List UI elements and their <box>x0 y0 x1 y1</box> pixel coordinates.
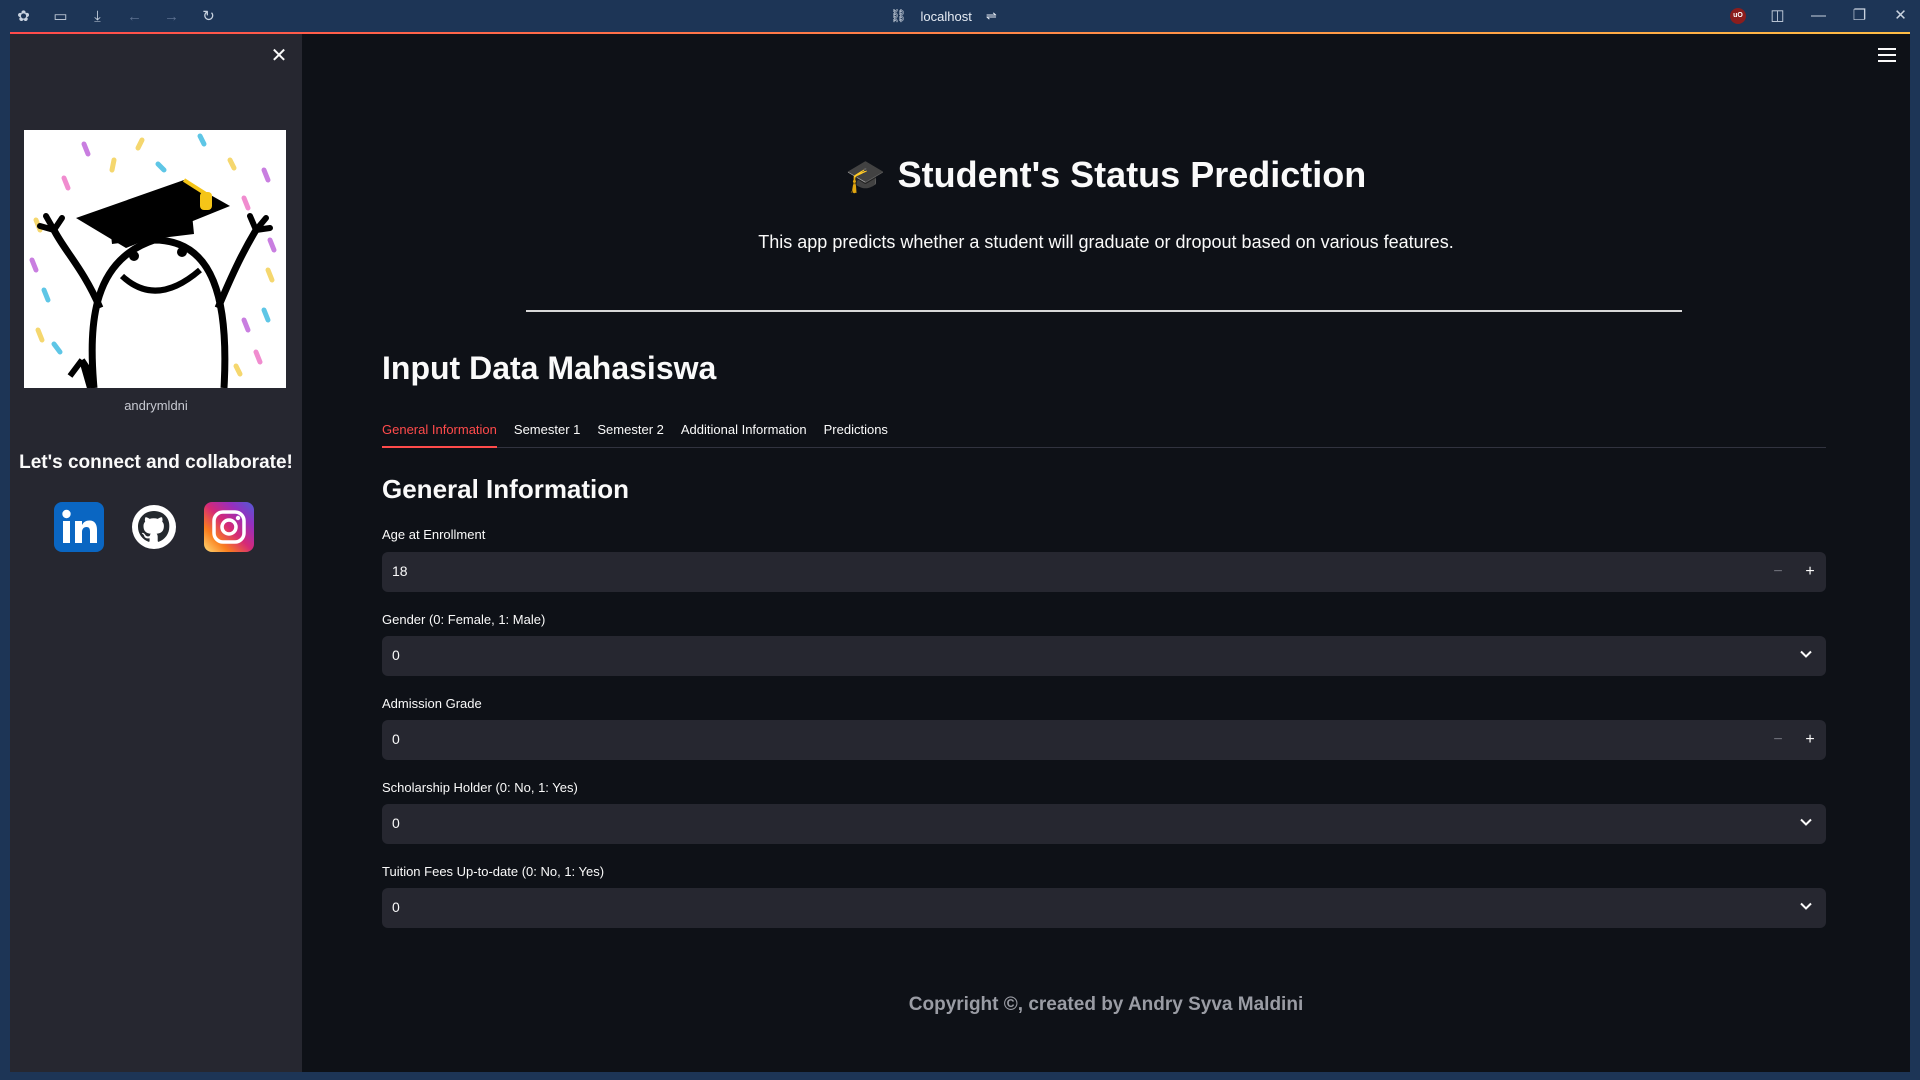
gender-label: Gender (0: Female, 1: Male) <box>382 612 546 627</box>
extensions-icon[interactable]: ✿ <box>14 7 33 26</box>
subsection-title: General Information <box>382 474 630 504</box>
site-settings-icon[interactable]: ⇌ <box>986 8 997 24</box>
address-bar[interactable]: ⛓ localhost ⇌ <box>890 8 997 24</box>
chevron-down-icon[interactable] <box>1800 816 1812 828</box>
gender-value: 0 <box>392 647 400 663</box>
linkedin-icon <box>62 509 97 543</box>
admission-grade-stepper: − + <box>1762 720 1826 760</box>
section-title: Input Data Mahasiswa <box>382 350 717 386</box>
menu-icon[interactable] <box>1878 48 1896 62</box>
back-icon[interactable]: ← <box>125 7 144 26</box>
url-text[interactable]: localhost <box>921 9 972 24</box>
github-link[interactable] <box>129 502 179 552</box>
social-links <box>54 502 254 552</box>
tab-bar: General Information Semester 1 Semester … <box>382 418 1826 448</box>
split-view-icon[interactable]: ◫ <box>1768 6 1787 25</box>
age-label: Age at Enrollment <box>382 527 486 542</box>
chevron-down-icon[interactable] <box>1800 900 1812 912</box>
tab-general-information[interactable]: General Information <box>382 418 497 448</box>
reload-icon[interactable]: ↻ <box>199 7 218 26</box>
sidebar: ✕ andrymldni Let's connect and collabora… <box>10 34 302 1072</box>
age-stepper: − + <box>1762 552 1826 592</box>
tuition-select[interactable]: 0 <box>382 888 1826 928</box>
scholarship-select[interactable]: 0 <box>382 804 1826 844</box>
graduate-illustration <box>24 130 286 388</box>
sidebar-toggle-icon[interactable]: ▭ <box>51 7 70 26</box>
streamlit-app: ✕ andrymldni Let's connect and collabora… <box>10 34 1910 1072</box>
tab-semester-2[interactable]: Semester 2 <box>597 418 663 448</box>
instagram-link[interactable] <box>204 502 254 552</box>
age-increment-button[interactable]: + <box>1794 552 1826 592</box>
link-icon: ⛓ <box>890 8 907 23</box>
scholarship-label: Scholarship Holder (0: No, 1: Yes) <box>382 780 578 795</box>
age-decrement-button[interactable]: − <box>1762 552 1794 592</box>
gender-select[interactable]: 0 <box>382 636 1826 676</box>
minimize-icon[interactable]: — <box>1809 6 1828 25</box>
browser-toolbar: ✿ ▭ ⤓ ← → ↻ ⛓ localhost ⇌ uO ◫ — ❐ ✕ <box>0 0 1920 33</box>
username-caption: andrymldni <box>124 398 188 413</box>
download-icon[interactable]: ⤓ <box>88 7 107 26</box>
restore-icon[interactable]: ❐ <box>1850 6 1869 25</box>
age-number-input[interactable]: 18 − + <box>382 552 1826 592</box>
forward-icon[interactable]: → <box>162 7 181 26</box>
copyright-footer: Copyright ©, created by Andry Syva Maldi… <box>908 994 1304 1015</box>
tuition-value: 0 <box>392 899 400 915</box>
scholarship-value: 0 <box>392 815 400 831</box>
chevron-down-icon[interactable] <box>1800 648 1812 660</box>
admission-grade-decrement-button[interactable]: − <box>1762 720 1794 760</box>
graduation-cap-icon: 🎓 <box>845 158 886 194</box>
avatar <box>24 130 286 388</box>
tab-predictions[interactable]: Predictions <box>824 418 888 448</box>
linkedin-link[interactable] <box>54 502 104 552</box>
tuition-label: Tuition Fees Up-to-date (0: No, 1: Yes) <box>382 864 605 879</box>
admission-grade-label: Admission Grade <box>382 696 482 711</box>
tab-semester-1[interactable]: Semester 1 <box>514 418 580 448</box>
close-sidebar-icon[interactable]: ✕ <box>268 44 290 67</box>
page-title: 🎓 Student's Status Prediction <box>845 154 1367 195</box>
connect-heading: Let's connect and collaborate! <box>19 452 293 473</box>
divider <box>526 310 1682 312</box>
close-window-icon[interactable]: ✕ <box>1891 6 1910 25</box>
github-icon <box>132 505 176 549</box>
admission-grade-number-input[interactable]: 0 − + <box>382 720 1826 760</box>
admission-grade-value[interactable]: 0 <box>392 731 400 747</box>
ublock-icon[interactable]: uO <box>1730 7 1746 24</box>
tab-additional-information[interactable]: Additional Information <box>681 418 807 448</box>
page-subtitle: This app predicts whether a student will… <box>758 232 1454 252</box>
admission-grade-increment-button[interactable]: + <box>1794 720 1826 760</box>
instagram-icon <box>212 510 246 544</box>
age-value[interactable]: 18 <box>392 563 408 579</box>
